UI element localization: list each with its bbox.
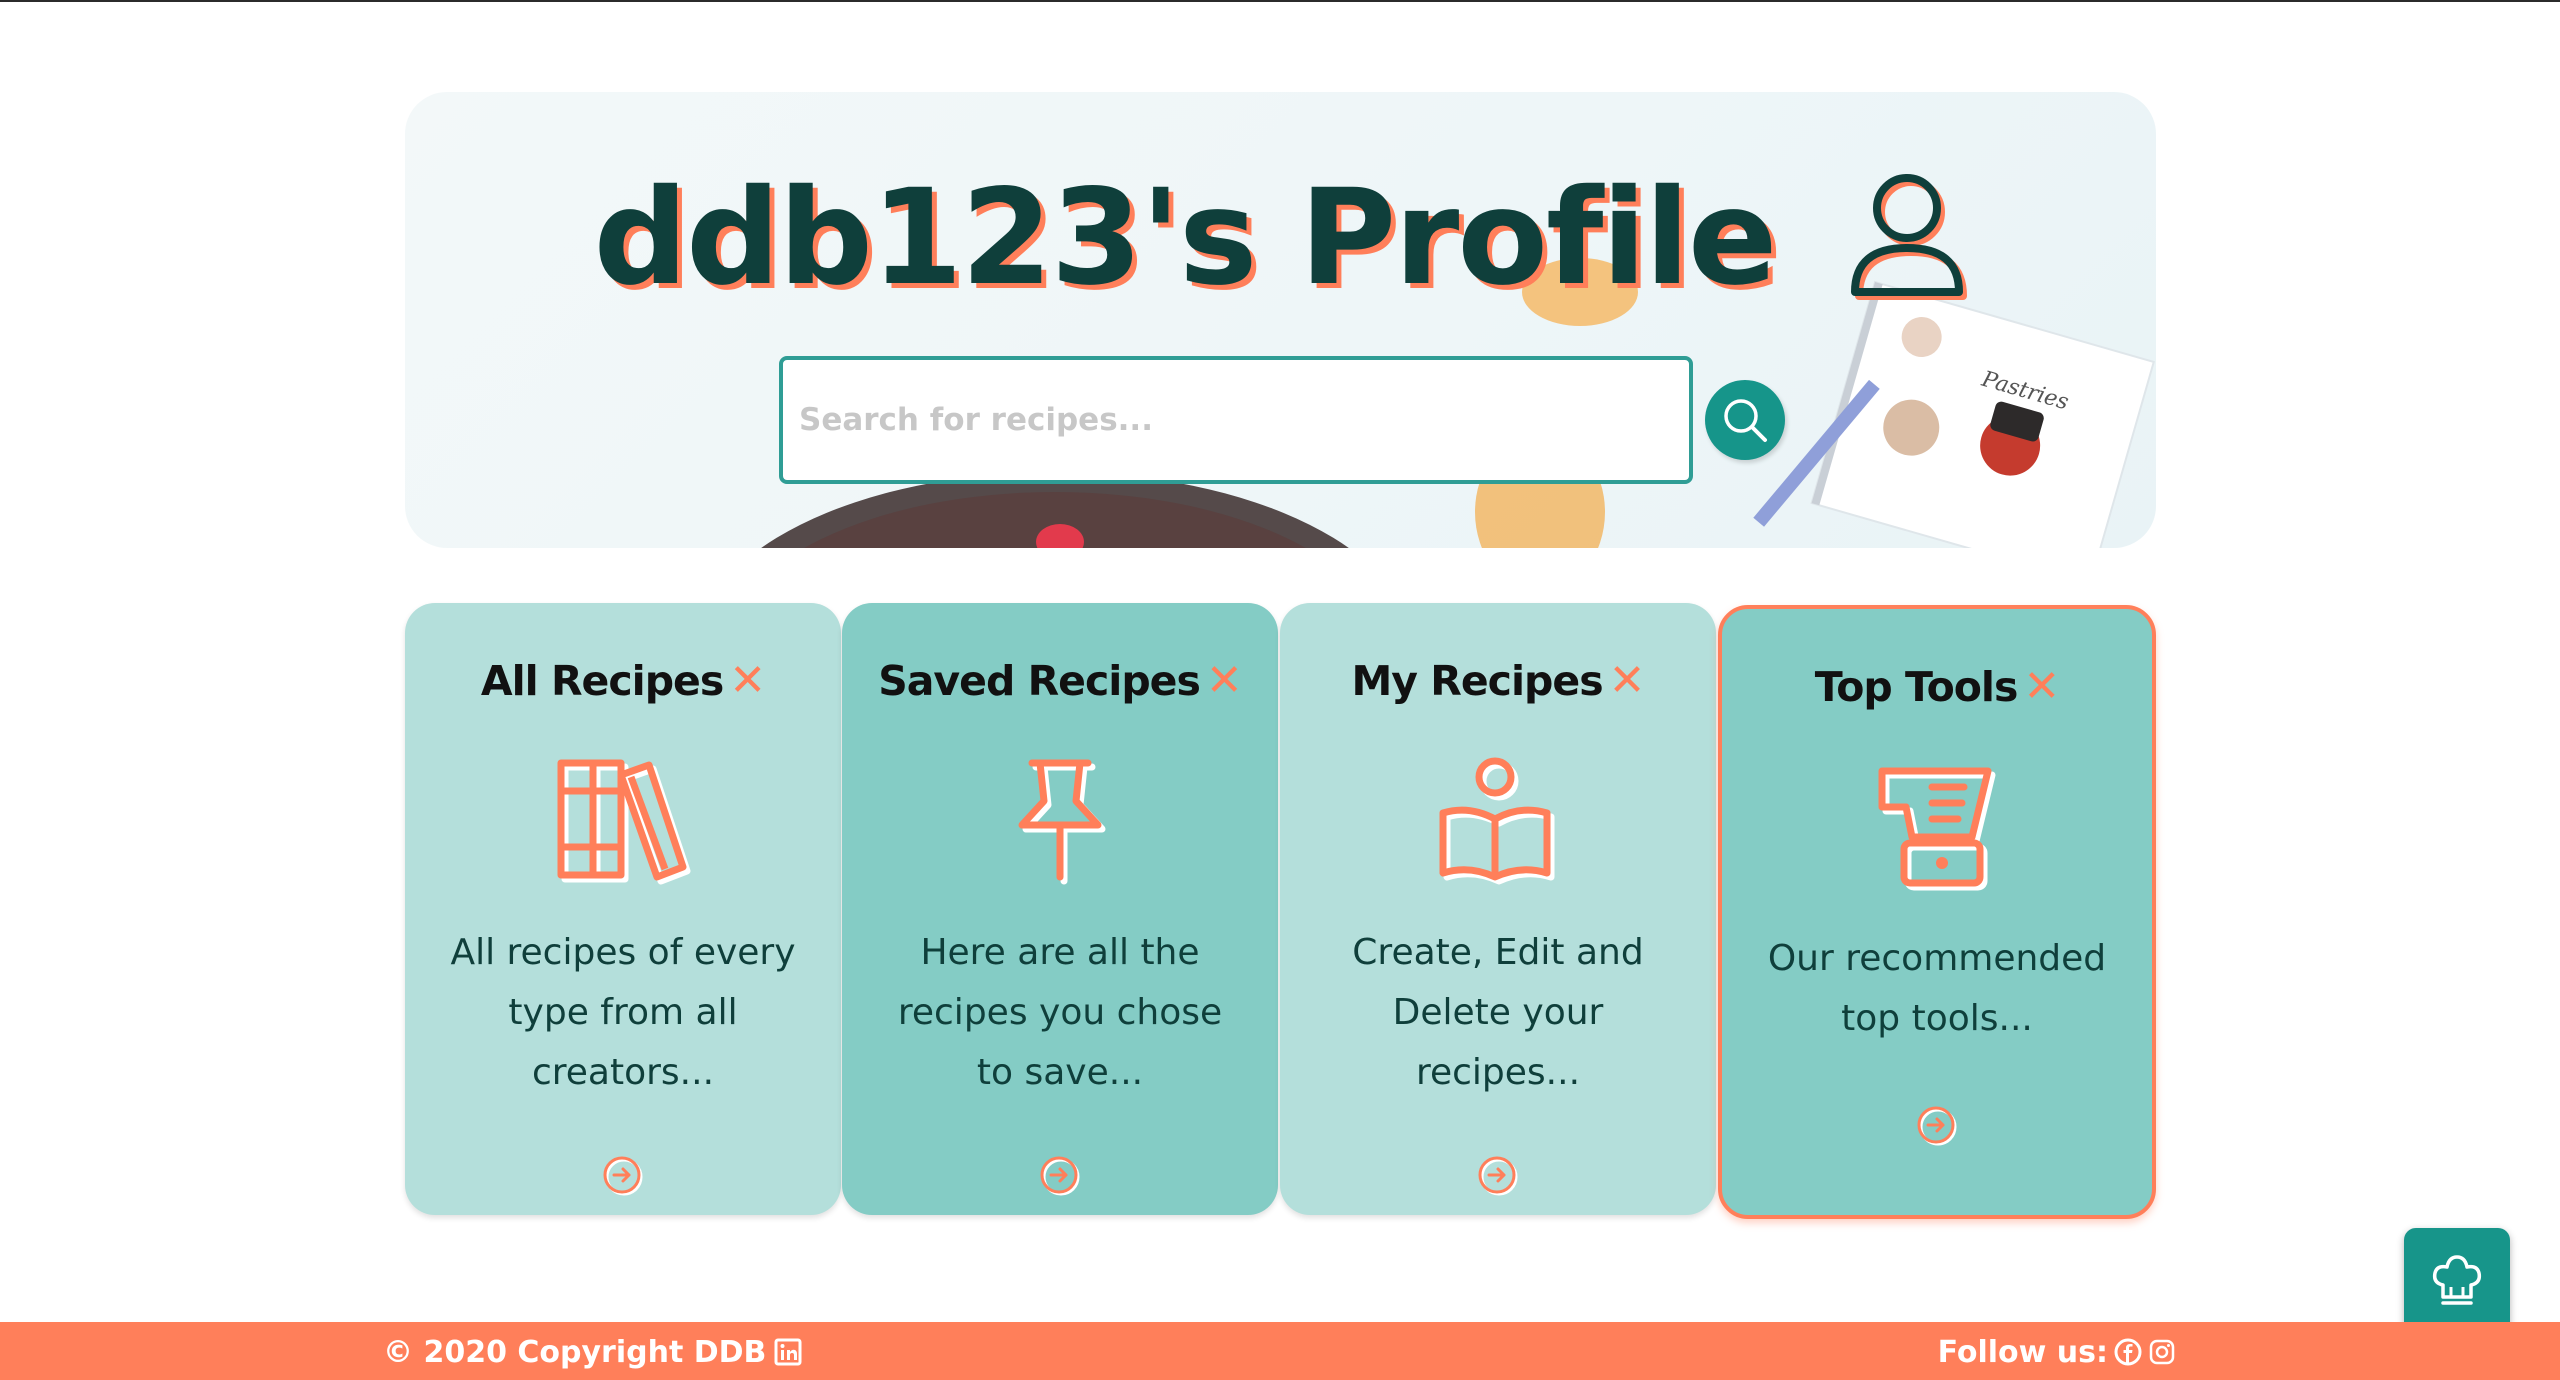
linkedin-icon[interactable] <box>774 1338 802 1366</box>
card-title: My Recipes ✕ <box>1280 655 1716 706</box>
card-title: All Recipes ✕ <box>405 655 841 706</box>
instagram-icon[interactable] <box>2148 1338 2176 1366</box>
card-description: Create, Edit and Delete your recipes... <box>1352 932 1644 1093</box>
search-button[interactable] <box>1705 380 1785 460</box>
card-all-recipes[interactable]: All Recipes ✕ All recipes of every type f… <box>405 603 841 1215</box>
card-description: Our recommended top tools... <box>1767 938 2107 1039</box>
reader-book-icon <box>1439 757 1555 885</box>
footer-social: Follow us: <box>1938 1322 2176 1380</box>
facebook-icon[interactable] <box>2114 1338 2142 1366</box>
x-mark-icon: ✕ <box>1608 655 1646 706</box>
x-mark-icon: ✕ <box>1205 655 1243 706</box>
chef-chat-button[interactable] <box>2404 1228 2510 1334</box>
x-mark-icon: ✕ <box>2023 661 2060 712</box>
books-icon <box>557 759 691 885</box>
search-input[interactable] <box>779 356 1693 484</box>
card-saved-recipes[interactable]: Saved Recipes ✕ Here are all the recipes … <box>842 603 1278 1215</box>
chef-hat-icon <box>2432 1255 2482 1305</box>
arrow-right-circle-icon[interactable] <box>1916 1105 1958 1147</box>
footer-copyright: © 2020 Copyright DDB <box>383 1322 802 1380</box>
search-icon <box>1724 399 1767 442</box>
card-title-text: Top Tools <box>1814 663 2019 711</box>
arrow-right-circle-icon[interactable] <box>602 1155 644 1197</box>
card-description: Here are all the recipes you chose to sa… <box>897 932 1223 1093</box>
card-title: Top Tools ✕ <box>1722 661 2152 712</box>
page-title: ddb123's Profile <box>405 150 2156 317</box>
pin-icon <box>1018 759 1106 885</box>
arrow-right-circle-icon[interactable] <box>1477 1155 1519 1197</box>
profile-hero: Pastries ddb123's Profile <box>405 92 2156 548</box>
card-title-text: My Recipes <box>1351 657 1604 705</box>
card-top-tools[interactable]: Top Tools ✕ Our recommended top tools... <box>1718 605 2156 1219</box>
arrow-right-circle-icon[interactable] <box>1039 1155 1081 1197</box>
page-title-text: ddb123's Profile <box>593 160 1778 315</box>
copyright-text: © 2020 Copyright DDB <box>383 1334 767 1370</box>
footer: © 2020 Copyright DDB Follow us: <box>0 1322 2560 1380</box>
x-mark-icon: ✕ <box>729 655 766 706</box>
card-title: Saved Recipes ✕ <box>842 655 1278 706</box>
card-title-text: Saved Recipes <box>878 657 1201 705</box>
card-description: All recipes of every type from all creat… <box>450 932 796 1093</box>
user-icon <box>1851 173 1968 300</box>
blender-icon <box>1878 767 1996 891</box>
card-my-recipes[interactable]: My Recipes ✕ Create, Edit and Delete your… <box>1280 603 1716 1215</box>
card-title-text: All Recipes <box>480 657 724 705</box>
follow-label: Follow us: <box>1937 1334 2108 1370</box>
